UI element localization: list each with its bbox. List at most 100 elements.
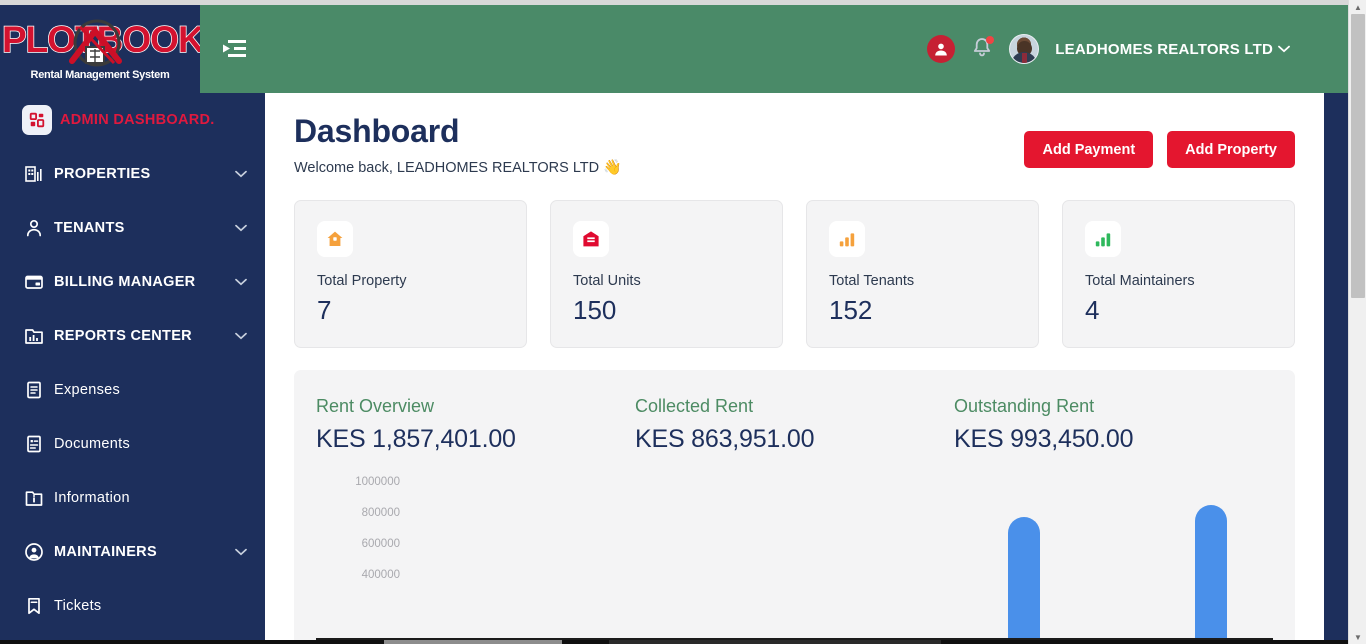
- stat-card: Total Property 7: [294, 200, 527, 348]
- sidebar-right-strip: [1324, 93, 1348, 644]
- chart-plot-area: [412, 468, 1263, 638]
- sidebar-item-label: BILLING MANAGER: [54, 274, 195, 290]
- rent-summary-label: Rent Overview: [316, 396, 635, 417]
- rent-overview-panel: Rent Overview KES 1,857,401.00Collected R…: [294, 370, 1295, 644]
- scroll-down-arrow-icon[interactable]: ▼: [1349, 630, 1366, 644]
- header-actions: LEADHOMES REALTORS LTD: [927, 34, 1290, 64]
- documents-icon: [24, 434, 54, 454]
- vertical-scrollbar[interactable]: ▲ ▼: [1348, 0, 1366, 644]
- stat-card-value: 152: [829, 295, 1016, 326]
- sidebar-item-label: Expenses: [54, 382, 120, 398]
- sidebar-item-label: Information: [54, 490, 130, 506]
- scroll-up-arrow-icon[interactable]: ▲: [1349, 0, 1366, 14]
- rent-summary-label: Collected Rent: [635, 396, 954, 417]
- bar-chart-icon: [829, 221, 865, 257]
- sidebar-item-label: REPORTS CENTER: [54, 328, 192, 344]
- stat-card-value: 7: [317, 295, 504, 326]
- horizontal-scrollbar-thumb-inner[interactable]: [384, 640, 562, 644]
- rent-summary-item: Outstanding Rent KES 993,450.00: [954, 396, 1273, 454]
- home-icon: [317, 221, 353, 257]
- stat-card-label: Total Maintainers: [1085, 273, 1272, 289]
- add-property-button[interactable]: Add Property: [1167, 131, 1295, 168]
- welcome-prefix: Welcome back,: [294, 160, 397, 176]
- bar-chart-icon: [1085, 221, 1121, 257]
- bell-icon[interactable]: [971, 36, 993, 62]
- chevron-down-icon[interactable]: [235, 168, 247, 180]
- stat-card: Total Maintainers 4: [1062, 200, 1295, 348]
- logo-tagline: Rental Management System: [2, 69, 198, 81]
- rent-summary-value: KES 863,951.00: [635, 425, 954, 454]
- page-title: Dashboard: [294, 113, 622, 150]
- person-icon: [24, 218, 54, 238]
- sidebar-item-properties[interactable]: PROPERTIES: [0, 147, 265, 201]
- warehouse-icon: [573, 221, 609, 257]
- sidebar-item-tickets[interactable]: Tickets: [0, 579, 265, 633]
- user-circle-icon[interactable]: [927, 35, 955, 63]
- sidebar-item-label: Tickets: [54, 598, 101, 614]
- horizontal-scrollbar[interactable]: [0, 640, 1348, 644]
- chart-y-tick-label: 800000: [330, 507, 400, 519]
- report-chart-icon: [24, 326, 54, 346]
- chart-bar: [1008, 517, 1040, 638]
- logo-house-mark: [64, 17, 126, 75]
- horizontal-scrollbar-thumb[interactable]: [609, 640, 941, 644]
- dashboard-grid-icon: [22, 105, 52, 135]
- stat-card-label: Total Tenants: [829, 273, 1016, 289]
- stat-card-value: 150: [573, 295, 760, 326]
- chart-bar: [1195, 505, 1227, 638]
- page-actions: Add Payment Add Property: [1024, 113, 1295, 168]
- welcome-org-name: LEADHOMES REALTORS LTD: [397, 160, 599, 176]
- app-logo[interactable]: PLOTBOOK Rental Management System: [0, 5, 200, 93]
- sidebar-item-label: PROPERTIES: [54, 166, 150, 182]
- menu-fold-icon[interactable]: [212, 27, 256, 71]
- sidebar-item-admin-dashboard[interactable]: ADMIN DASHBOARD.: [0, 93, 265, 147]
- stat-card: Total Tenants 152: [806, 200, 1039, 348]
- sidebar-item-label: ADMIN DASHBOARD.: [60, 112, 215, 128]
- rent-summary-item: Rent Overview KES 1,857,401.00: [316, 396, 635, 454]
- stat-card-value: 4: [1085, 295, 1272, 326]
- bookmark-icon: [24, 596, 54, 616]
- chart-y-tick-label: 400000: [330, 569, 400, 581]
- chevron-down-icon: [1278, 45, 1290, 53]
- info-box-icon: [24, 488, 54, 508]
- sidebar-item-label: MAINTAINERS: [54, 544, 157, 560]
- page-header: Dashboard Welcome back, LEADHOMES REALTO…: [294, 113, 1295, 176]
- rent-summary-item: Collected Rent KES 863,951.00: [635, 396, 954, 454]
- sidebar-item-reports-center[interactable]: REPORTS CENTER: [0, 309, 265, 363]
- rent-bar-chart: 1000000 800000 600000 400000: [316, 468, 1273, 638]
- welcome-message: Welcome back, LEADHOMES REALTORS LTD 👋: [294, 158, 622, 176]
- vertical-scrollbar-thumb[interactable]: [1351, 14, 1365, 298]
- chevron-down-icon[interactable]: [235, 330, 247, 342]
- sidebar-nav: ADMIN DASHBOARD. PROPERTIES TENANTS BILLING…: [0, 93, 265, 644]
- sidebar-item-billing-manager[interactable]: BILLING MANAGER: [0, 255, 265, 309]
- chart-y-tick-label: 1000000: [330, 476, 400, 488]
- chart-y-tick-label: 600000: [330, 538, 400, 550]
- waving-hand-icon: 👋: [603, 159, 622, 176]
- sidebar-item-maintainers[interactable]: MAINTAINERS: [0, 525, 265, 579]
- app-header: PLOTBOOK Rental Management System: [0, 5, 1348, 93]
- stat-card-label: Total Units: [573, 273, 760, 289]
- rent-summary-value: KES 993,450.00: [954, 425, 1273, 454]
- document-icon: [24, 380, 54, 400]
- chevron-down-icon[interactable]: [235, 222, 247, 234]
- sidebar-item-documents[interactable]: Documents: [0, 417, 265, 471]
- org-name-label: LEADHOMES REALTORS LTD: [1055, 41, 1273, 58]
- stat-card-row: Total Property 7 Total Units 150 Total Tenan…: [294, 200, 1295, 348]
- org-name-dropdown[interactable]: LEADHOMES REALTORS LTD: [1055, 41, 1290, 58]
- sidebar-item-expenses[interactable]: Expenses: [0, 363, 265, 417]
- rent-summary-value: KES 1,857,401.00: [316, 425, 635, 454]
- credit-card-icon: [24, 272, 54, 292]
- stat-card-label: Total Property: [317, 273, 504, 289]
- user-avatar[interactable]: [1009, 34, 1039, 64]
- chevron-down-icon[interactable]: [235, 546, 247, 558]
- stat-card: Total Units 150: [550, 200, 783, 348]
- sidebar-item-information[interactable]: Information: [0, 471, 265, 525]
- user-circle-outline-icon: [24, 542, 54, 562]
- sidebar-item-label: Documents: [54, 436, 130, 452]
- rent-summary-label: Outstanding Rent: [954, 396, 1273, 417]
- add-payment-button[interactable]: Add Payment: [1024, 131, 1153, 168]
- main-content: Dashboard Welcome back, LEADHOMES REALTO…: [265, 93, 1324, 644]
- sidebar-item-tenants[interactable]: TENANTS: [0, 201, 265, 255]
- chevron-down-icon[interactable]: [235, 276, 247, 288]
- sidebar-item-label: TENANTS: [54, 220, 125, 236]
